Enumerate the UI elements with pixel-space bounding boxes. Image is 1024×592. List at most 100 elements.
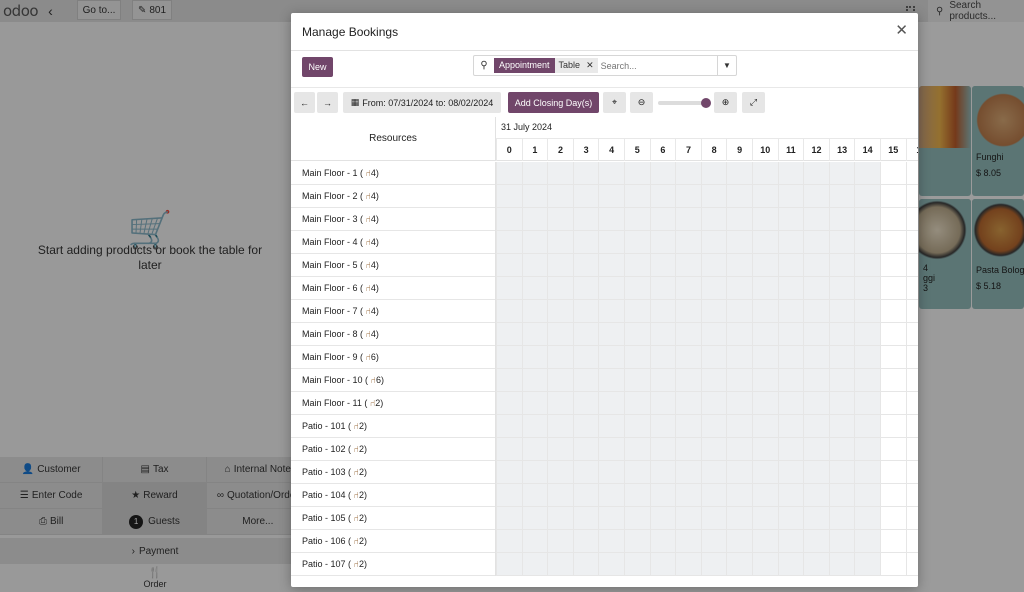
gantt-cell[interactable] xyxy=(675,438,701,460)
gantt-cell[interactable] xyxy=(547,185,573,207)
gantt-cell[interactable] xyxy=(572,530,599,552)
gantt-cell[interactable] xyxy=(521,277,548,299)
gantt-cell[interactable] xyxy=(675,530,701,552)
gantt-cell[interactable] xyxy=(726,484,752,506)
resource-label[interactable]: Main Floor - 11 ( ⑁2) xyxy=(291,392,496,415)
gantt-cell[interactable] xyxy=(547,507,573,529)
gantt-cell[interactable] xyxy=(828,277,855,299)
gantt-cell[interactable] xyxy=(572,231,599,253)
gantt-cell[interactable] xyxy=(726,254,752,276)
gantt-cell[interactable] xyxy=(905,530,918,552)
gantt-cell[interactable] xyxy=(496,392,522,414)
toggle-search-panel-icon[interactable]: ▼ xyxy=(717,56,736,75)
gantt-cell[interactable] xyxy=(777,461,804,483)
gantt-cell[interactable] xyxy=(880,484,906,506)
gantt-cell[interactable] xyxy=(624,185,650,207)
gantt-cell[interactable] xyxy=(803,530,829,552)
gantt-cell[interactable] xyxy=(598,484,624,506)
gantt-cell[interactable] xyxy=(803,277,829,299)
gantt-cell[interactable] xyxy=(521,300,548,322)
gantt-cell[interactable] xyxy=(649,277,676,299)
gantt-cell[interactable] xyxy=(752,300,778,322)
gantt-cell[interactable] xyxy=(521,346,548,368)
gantt-cell[interactable] xyxy=(854,553,880,575)
gantt-cell[interactable] xyxy=(598,392,624,414)
gantt-cell[interactable] xyxy=(547,369,573,391)
gantt-cell[interactable] xyxy=(496,346,522,368)
gantt-cell[interactable] xyxy=(649,507,676,529)
gantt-cell[interactable] xyxy=(905,507,918,529)
gantt-cell[interactable] xyxy=(752,162,778,184)
gantt-cell[interactable] xyxy=(777,415,804,437)
gantt-cell[interactable] xyxy=(880,208,906,230)
gantt-cell[interactable] xyxy=(700,507,727,529)
search-input[interactable] xyxy=(600,60,711,71)
gantt-cell[interactable] xyxy=(700,415,727,437)
gantt-cell[interactable] xyxy=(752,185,778,207)
gantt-cell[interactable] xyxy=(803,392,829,414)
gantt-cell[interactable] xyxy=(624,231,650,253)
gantt-cell[interactable] xyxy=(598,185,624,207)
gantt-cell[interactable] xyxy=(905,346,918,368)
gantt-cell[interactable] xyxy=(572,254,599,276)
gantt-cell[interactable] xyxy=(854,530,880,552)
gantt-cell[interactable] xyxy=(598,277,624,299)
gantt-cell[interactable] xyxy=(547,530,573,552)
gantt-cell[interactable] xyxy=(726,346,752,368)
gantt-cell[interactable] xyxy=(496,300,522,322)
gantt-cell[interactable] xyxy=(905,369,918,391)
gantt-cell[interactable] xyxy=(880,231,906,253)
expand-button[interactable]: ⤢ xyxy=(742,92,765,113)
gantt-cell[interactable] xyxy=(828,208,855,230)
gantt-cell[interactable] xyxy=(803,461,829,483)
gantt-cell[interactable] xyxy=(752,231,778,253)
gantt-cell[interactable] xyxy=(803,438,829,460)
gantt-cell[interactable] xyxy=(675,392,701,414)
gantt-cell[interactable] xyxy=(777,392,804,414)
gantt-cell[interactable] xyxy=(572,553,599,575)
gantt-cell[interactable] xyxy=(624,346,650,368)
gantt-cell[interactable] xyxy=(700,369,727,391)
gantt-cell[interactable] xyxy=(726,300,752,322)
resource-label[interactable]: Main Floor - 1 ( ⑁4) xyxy=(291,162,496,185)
gantt-cell[interactable] xyxy=(752,530,778,552)
previous-button[interactable]: ← xyxy=(294,92,315,113)
close-icon[interactable]: ✕ xyxy=(895,23,908,38)
gantt-cell[interactable] xyxy=(700,300,727,322)
gantt-cell[interactable] xyxy=(496,438,522,460)
gantt-cell[interactable] xyxy=(854,392,880,414)
gantt-cell[interactable] xyxy=(777,369,804,391)
gantt-cell[interactable] xyxy=(547,323,573,345)
gantt-cell[interactable] xyxy=(675,162,701,184)
gantt-cell[interactable] xyxy=(649,231,676,253)
gantt-cell[interactable] xyxy=(496,162,522,184)
gantt-cell[interactable] xyxy=(700,346,727,368)
gantt-cell[interactable] xyxy=(700,553,727,575)
gantt-cell[interactable] xyxy=(726,369,752,391)
gantt-cell[interactable] xyxy=(521,461,548,483)
gantt-cell[interactable] xyxy=(905,415,918,437)
gantt-cell[interactable] xyxy=(547,438,573,460)
gantt-cell[interactable] xyxy=(726,185,752,207)
gantt-cell[interactable] xyxy=(521,208,548,230)
gantt-cell[interactable] xyxy=(905,392,918,414)
gantt-cell[interactable] xyxy=(726,208,752,230)
gantt-cell[interactable] xyxy=(624,553,650,575)
gantt-cell[interactable] xyxy=(521,323,548,345)
gantt-cell[interactable] xyxy=(803,185,829,207)
gantt-cell[interactable] xyxy=(905,300,918,322)
gantt-cell[interactable] xyxy=(803,208,829,230)
gantt-cell[interactable] xyxy=(675,231,701,253)
gantt-cell[interactable] xyxy=(854,254,880,276)
gantt-cell[interactable] xyxy=(675,369,701,391)
gantt-cell[interactable] xyxy=(828,415,855,437)
gantt-cell[interactable] xyxy=(752,277,778,299)
gantt-cell[interactable] xyxy=(752,461,778,483)
gantt-cell[interactable] xyxy=(726,415,752,437)
gantt-cell[interactable] xyxy=(905,438,918,460)
gantt-cell[interactable] xyxy=(624,208,650,230)
gantt-cell[interactable] xyxy=(752,484,778,506)
gantt-cell[interactable] xyxy=(828,392,855,414)
gantt-cell[interactable] xyxy=(521,438,548,460)
gantt-cell[interactable] xyxy=(700,530,727,552)
